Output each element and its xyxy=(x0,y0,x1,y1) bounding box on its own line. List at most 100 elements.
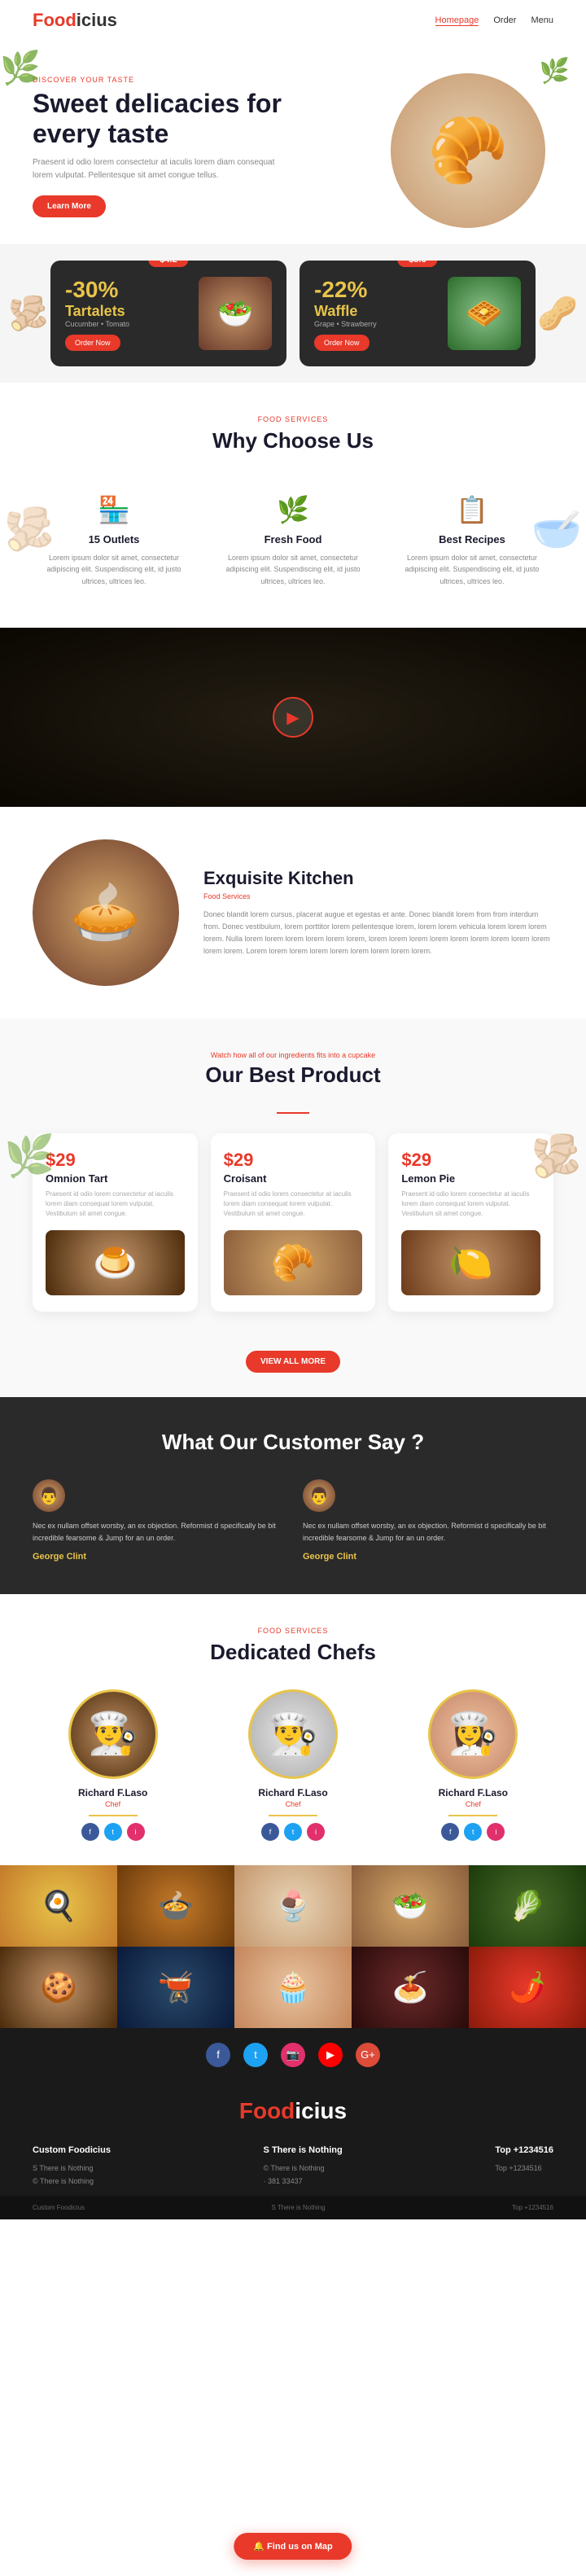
promo-card-1-info: -30% Tartalets Cucumber • Tomato Order N… xyxy=(65,277,129,351)
why-card-text-1: Lorem ipsum dolor sit amet, consectetur … xyxy=(41,552,187,587)
product-name-1: Omnion Tart xyxy=(46,1172,185,1185)
footer-col3-link-1[interactable]: Top +1234516 xyxy=(495,2162,553,2175)
chefs-tag: Food Services xyxy=(33,1627,553,1635)
product-cards: $29 Omnion Tart Praesent id odio lorem c… xyxy=(33,1133,553,1312)
chef-fb-2[interactable]: f xyxy=(261,1823,279,1841)
chef-tw-3[interactable]: t xyxy=(464,1823,482,1841)
footer-tw-button[interactable]: t xyxy=(243,2043,268,2067)
product-desc-1: Praesent id odio lorem consectetur at ia… xyxy=(46,1189,185,1219)
gallery-item-9[interactable]: 🍝 xyxy=(352,1947,469,2028)
chef-ig-3[interactable]: i xyxy=(487,1823,505,1841)
chef-divider-2 xyxy=(269,1815,317,1816)
chef-fb-3[interactable]: f xyxy=(441,1823,459,1841)
product-desc-3: Praesent id odio lorem consectetur at ia… xyxy=(401,1189,540,1219)
product-name-2: Croisant xyxy=(224,1172,363,1185)
product-desc-2: Praesent id odio lorem consectetur at ia… xyxy=(224,1189,363,1219)
kitchen-content: Exquisite Kitchen Food Services Donec bl… xyxy=(203,868,553,958)
gallery-item-8[interactable]: 🧁 xyxy=(234,1947,352,2028)
testimonial-name-2: George Clint xyxy=(303,1552,553,1562)
promo-card-2: $5.6 -22% Waffle Grape • Strawberry Orde… xyxy=(300,261,536,366)
footer-bottom: Custom Foodicius S There is Nothing Top … xyxy=(0,2196,586,2219)
chef-tw-2[interactable]: t xyxy=(284,1823,302,1841)
footer-col2-link-2[interactable]: · 381 33437 xyxy=(264,2175,343,2188)
navbar: Foodicius Homepage Order Menu xyxy=(0,0,586,41)
chef-img-3: 👩‍🍳 xyxy=(428,1689,518,1779)
promo-section: 🫚 $4.2 -30% Tartalets Cucumber • Tomato … xyxy=(0,244,586,383)
why-tag: Food Services xyxy=(33,415,553,423)
chef-card-1: 👨‍🍳 Richard F.Laso Chef f t i xyxy=(33,1689,193,1841)
kitchen-tag: Food Services xyxy=(203,892,553,900)
kitchen-text: Donec blandit lorem cursus, placerat aug… xyxy=(203,909,553,958)
product-img-1: 🍮 xyxy=(46,1230,185,1295)
footer-gp-button[interactable]: G+ xyxy=(356,2043,380,2067)
chef-name-3: Richard F.Laso xyxy=(393,1787,553,1798)
testimonial-section: What Our Customer Say ? 👨 Nec ex nullam … xyxy=(0,1397,586,1594)
footer-col1-link-1[interactable]: S There is Nothing xyxy=(33,2162,111,2175)
navbar-link-menu[interactable]: Menu xyxy=(531,15,553,26)
promo-btn-2[interactable]: Order Now xyxy=(314,335,370,351)
gallery-item-3[interactable]: 🍨 xyxy=(234,1865,352,1947)
chef-fb-1[interactable]: f xyxy=(81,1823,99,1841)
product-price-1: $29 xyxy=(46,1150,185,1171)
product-img-2: 🥐 xyxy=(224,1230,363,1295)
chef-card-2: 👨‍🍳 Richard F.Laso Chef f t i xyxy=(212,1689,373,1841)
why-title: Why Choose Us xyxy=(33,428,553,453)
product-card-3: $29 Lemon Pie Praesent id odio lorem con… xyxy=(388,1133,553,1312)
gallery-item-1[interactable]: 🍳 xyxy=(0,1865,117,1947)
footer-col-1: Custom Foodicius S There is Nothing © Th… xyxy=(33,2145,111,2188)
product-divider xyxy=(277,1112,309,1114)
kitchen-title: Exquisite Kitchen xyxy=(203,868,553,889)
footer-yt-button[interactable]: ▶ xyxy=(318,2043,343,2067)
promo-name-1: Tartalets xyxy=(65,303,129,320)
view-all-button[interactable]: VIEW ALL MORE xyxy=(246,1351,340,1373)
gallery-item-2[interactable]: 🍲 xyxy=(117,1865,234,1947)
gallery-item-5[interactable]: 🥬 xyxy=(469,1865,586,1947)
testimonial-card-2: 👨 Nec ex nullam offset worsby, an ex obj… xyxy=(303,1479,553,1562)
chef-img-2: 👨‍🍳 xyxy=(248,1689,338,1779)
chef-role-2: Chef xyxy=(212,1800,373,1808)
footer-main: Custom Foodicius S There is Nothing © Th… xyxy=(0,2132,586,2196)
gallery-item-6[interactable]: 🍪 xyxy=(0,1947,117,2028)
promo-sub-2: Grape • Strawberry xyxy=(314,320,377,328)
why-card-3: 📋 Best Recipes Lorem ipsum dolor sit ame… xyxy=(391,478,553,603)
chef-socials-1: f t i xyxy=(33,1823,193,1841)
promo-img-2: 🧇 xyxy=(448,277,521,350)
chef-role-3: Chef xyxy=(393,1800,553,1808)
why-icon-3: 📋 xyxy=(399,494,545,525)
footer-col2-link-1[interactable]: © There is Nothing xyxy=(264,2162,343,2175)
testimonial-name-1: George Clint xyxy=(33,1552,283,1562)
footer-col1-link-2[interactable]: © There is Nothing xyxy=(33,2175,111,2188)
product-name-3: Lemon Pie xyxy=(401,1172,540,1185)
footer-ig-button[interactable]: 📷 xyxy=(281,2043,305,2067)
testimonial-text-2: Nec ex nullam offset worsby, an ex objec… xyxy=(303,1520,553,1545)
chef-ig-2[interactable]: i xyxy=(307,1823,325,1841)
product-deco-left: 🌿 xyxy=(4,1132,55,1181)
why-icon-1: 🏪 xyxy=(41,494,187,525)
gallery-item-7[interactable]: 🫕 xyxy=(117,1947,234,2028)
gallery-item-10[interactable]: 🌶️ xyxy=(469,1947,586,2028)
product-price-2: $29 xyxy=(224,1150,363,1171)
footer-fb-button[interactable]: f xyxy=(206,2043,230,2067)
why-card-text-2: Lorem ipsum dolor sit amet, consectetur … xyxy=(220,552,366,587)
chef-ig-1[interactable]: i xyxy=(127,1823,145,1841)
testimonial-avatar-2: 👨 xyxy=(303,1479,335,1512)
why-card-title-3: Best Recipes xyxy=(399,533,545,545)
navbar-link-order[interactable]: Order xyxy=(493,15,516,26)
why-deco-right: 🥣 xyxy=(531,506,582,554)
navbar-link-homepage[interactable]: Homepage xyxy=(435,15,479,26)
why-card-title-1: 15 Outlets xyxy=(41,533,187,545)
play-button[interactable]: ▶ xyxy=(273,697,313,738)
find-us-button[interactable]: 🔔 Find us on Map xyxy=(234,2533,352,2560)
chef-tw-1[interactable]: t xyxy=(104,1823,122,1841)
testimonial-cards: 👨 Nec ex nullam offset worsby, an ex obj… xyxy=(33,1479,553,1562)
promo-discount-2: -22% xyxy=(314,277,377,303)
chef-divider-3 xyxy=(448,1815,497,1816)
promo-btn-1[interactable]: Order Now xyxy=(65,335,120,351)
hero-cta-button[interactable]: Learn More xyxy=(33,195,106,217)
footer-bottom-right: Top +1234516 xyxy=(512,2204,553,2211)
why-icon-2: 🌿 xyxy=(220,494,366,525)
testimonial-avatar-1: 👨 xyxy=(33,1479,65,1512)
kitchen-image: 🥧 xyxy=(33,839,179,986)
footer-col3-title: Top +1234516 xyxy=(495,2145,553,2155)
gallery-item-4[interactable]: 🥗 xyxy=(352,1865,469,1947)
